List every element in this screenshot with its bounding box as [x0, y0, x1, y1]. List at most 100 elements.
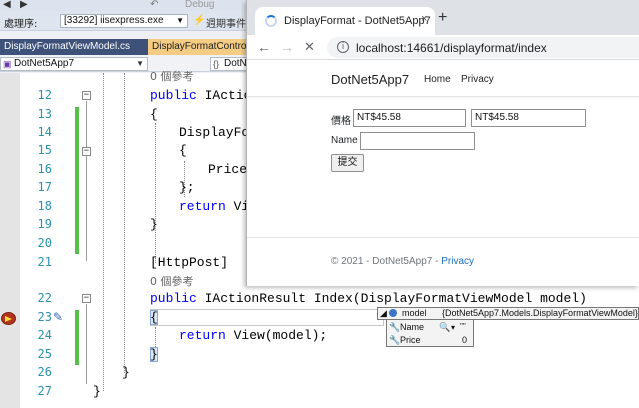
- price-display-input[interactable]: NT$45.58: [353, 109, 466, 127]
- search-icon[interactable]: 🔍: [439, 321, 450, 334]
- nav-link-home[interactable]: Home: [424, 74, 451, 85]
- code-line-12[interactable]: public IAction: [150, 88, 259, 103]
- code-line-19[interactable]: }: [150, 217, 158, 232]
- datatip-name: model: [402, 308, 427, 318]
- new-tab-button[interactable]: +: [438, 10, 447, 26]
- address-bar-url[interactable]: localhost:14661/displayformat/index: [356, 41, 547, 55]
- code-text: View(model);: [225, 328, 328, 343]
- browser-tab[interactable]: DisplayFormat - DotNet5App7 ×: [255, 7, 435, 35]
- chevron-down-icon: ▼: [176, 16, 184, 25]
- name-label: Name: [331, 135, 358, 146]
- breakpoint-gutter[interactable]: [0, 73, 20, 408]
- line-number: 26: [37, 365, 52, 379]
- member-name: Price: [400, 335, 421, 345]
- current-line-highlight: [150, 309, 384, 326]
- code-lens-references[interactable]: 0 個參考: [150, 68, 194, 84]
- debug-config[interactable]: Debug: [185, 0, 214, 10]
- process-label: 處理序:: [4, 19, 38, 30]
- code-lens-references[interactable]: 0 個參考: [150, 273, 194, 289]
- line-number: 16: [37, 162, 52, 176]
- browser-window: DisplayFormat - DotNet5App7 × + ← → ✕ i …: [246, 0, 639, 286]
- code-line-25[interactable]: }: [150, 347, 158, 362]
- member-value: 0: [461, 335, 467, 345]
- wrench-icon: 🔧: [389, 322, 401, 332]
- info-icon[interactable]: i: [337, 41, 349, 53]
- collapse-icon[interactable]: −: [82, 147, 91, 156]
- footer-privacy-link[interactable]: Privacy: [441, 256, 474, 267]
- chevron-down-icon: ▼: [136, 59, 144, 68]
- back-arrow-icon[interactable]: ←: [257, 38, 271, 56]
- line-number: 12: [37, 88, 52, 102]
- project-selector-value: DotNet5App7: [14, 58, 75, 69]
- code-line-23[interactable]: {: [150, 310, 158, 325]
- site-footer: © 2021 - DotNet5App7 - Privacy: [331, 256, 474, 267]
- line-number: 24: [37, 328, 52, 342]
- forward-icon[interactable]: ▶: [20, 0, 28, 10]
- collapse-arrow-icon[interactable]: ◢: [380, 308, 387, 319]
- lifecycle-events[interactable]: 週期事件: [206, 15, 246, 30]
- address-bar[interactable]: i localhost:14661/displayformat/index: [327, 37, 639, 58]
- namespace-selector[interactable]: {} DotNet5App7: [210, 57, 250, 71]
- project-selector[interactable]: ▣ DotNet5App7 ▼: [0, 57, 148, 71]
- code-keyword: return: [179, 328, 226, 343]
- name-input[interactable]: [360, 132, 475, 150]
- datatip-member-row[interactable]: 🔧 Name 🔍 ▾ "": [387, 321, 473, 334]
- code-line-22[interactable]: public IActionResult Index(DisplayFormat…: [150, 291, 587, 306]
- web-page: DotNet5App7 Home Privacy 價格 NT$45.58 NT$…: [247, 61, 639, 286]
- undo-icon[interactable]: ↶: [150, 0, 158, 10]
- code-line-16[interactable]: Price: [208, 162, 247, 177]
- back-icon[interactable]: ◀: [3, 0, 11, 10]
- price-label: 價格: [331, 116, 351, 127]
- quick-actions-brush-icon[interactable]: ✎: [53, 310, 63, 324]
- loading-spinner-icon: [265, 15, 277, 27]
- code-line-13[interactable]: {: [150, 107, 158, 122]
- wrench-icon: 🔧: [389, 335, 401, 345]
- site-brand[interactable]: DotNet5App7: [331, 72, 409, 87]
- stop-loading-icon[interactable]: ✕: [304, 38, 315, 56]
- submit-button[interactable]: 提交: [331, 154, 364, 172]
- nav-link-privacy[interactable]: Privacy: [461, 74, 494, 85]
- change-indicator: [75, 107, 79, 254]
- indent-guide: [155, 123, 156, 263]
- line-number: 13: [37, 107, 52, 121]
- fold-line: [86, 304, 87, 384]
- code-line-24[interactable]: return View(model);: [179, 328, 327, 343]
- datatip-member-row[interactable]: 🔧 Price 0: [387, 334, 473, 347]
- process-value: [33292] iisexpress.exe: [64, 15, 164, 26]
- code-text: IActionResult Index(DisplayFormatViewMod…: [196, 291, 587, 306]
- process-selector[interactable]: [33292] iisexpress.exe ▼: [60, 14, 188, 28]
- close-icon[interactable]: ×: [421, 13, 427, 25]
- line-number: 23: [37, 310, 52, 324]
- footer-divider: [247, 237, 639, 238]
- code-line-27[interactable]: }: [93, 384, 101, 399]
- tab-display-format-controller[interactable]: DisplayFormatController.cs: [148, 39, 248, 55]
- line-number: 17: [37, 180, 52, 194]
- code-line-21[interactable]: [HttpPost]: [150, 255, 228, 270]
- chevron-down-icon[interactable]: ▾: [451, 321, 455, 334]
- datatip-value[interactable]: {DotNet5App7.Models.DisplayFormatViewMod…: [442, 308, 638, 319]
- member-name: Name: [400, 322, 425, 332]
- line-number: 20: [37, 236, 52, 250]
- code-keyword: return: [179, 199, 226, 214]
- price-edit-input[interactable]: NT$45.58: [471, 109, 586, 127]
- code-keyword: public: [150, 291, 197, 306]
- browser-tab-title: DisplayFormat - DotNet5App7: [284, 15, 431, 27]
- line-number: 14: [37, 125, 52, 139]
- collapse-icon[interactable]: −: [82, 294, 91, 303]
- lifecycle-icon[interactable]: ⚡: [193, 15, 205, 26]
- change-indicator: [75, 310, 79, 365]
- line-number: 27: [37, 384, 52, 398]
- namespace-icon: {}: [213, 59, 220, 69]
- breakpoint-current-statement-icon[interactable]: [1, 312, 16, 325]
- line-number: 25: [37, 347, 52, 361]
- line-number: 21: [37, 255, 52, 269]
- forward-arrow-icon[interactable]: →: [280, 38, 294, 56]
- tab-display-format-view-model[interactable]: DisplayFormatViewModel.cs: [0, 39, 148, 55]
- code-line-17[interactable]: };: [179, 180, 195, 195]
- code-line-26[interactable]: }: [122, 365, 130, 380]
- code-line-15[interactable]: {: [179, 143, 187, 158]
- collapse-icon[interactable]: −: [82, 91, 91, 100]
- indent-guide: [103, 73, 104, 391]
- code-keyword: public: [150, 88, 197, 103]
- indent-guide: [124, 73, 125, 373]
